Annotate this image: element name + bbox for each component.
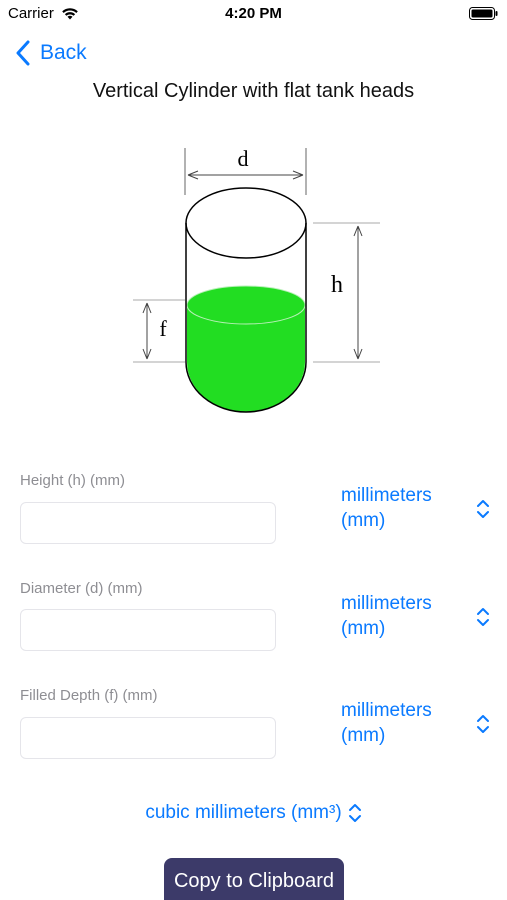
chevron-up-down-icon: [477, 500, 489, 518]
dimension-label-d: d: [238, 146, 249, 171]
height-input[interactable]: [20, 502, 276, 544]
back-label: Back: [40, 41, 87, 64]
filled-depth-label: Filled Depth (f) (mm): [20, 687, 158, 704]
liquid-fill: [187, 286, 305, 412]
cylinder-top: [185, 187, 307, 259]
height-unit-picker[interactable]: millimeters (mm): [341, 483, 496, 535]
chevron-up-down-icon: [348, 804, 361, 822]
chevron-left-icon: [16, 40, 30, 66]
back-button[interactable]: Back: [14, 38, 87, 68]
result-unit-label: cubic millimeters (mm³): [145, 802, 342, 823]
status-time: 4:20 PM: [225, 5, 282, 22]
diameter-unit-label: millimeters (mm): [341, 593, 432, 639]
filled-depth-input[interactable]: [20, 717, 276, 759]
diameter-input[interactable]: [20, 609, 276, 651]
page-title: Vertical Cylinder with flat tank heads: [92, 80, 415, 102]
chevron-up-down-icon: [477, 608, 489, 626]
filled-depth-unit-picker[interactable]: millimeters (mm): [341, 698, 496, 750]
copy-to-clipboard-button[interactable]: Copy to Clipboard: [164, 858, 344, 900]
height-unit-label: millimeters (mm): [341, 485, 432, 531]
diameter-label: Diameter (d) (mm): [20, 580, 143, 597]
diameter-unit-picker[interactable]: millimeters (mm): [341, 591, 496, 643]
result-unit-picker[interactable]: cubic millimeters (mm³): [0, 802, 507, 824]
height-label: Height (h) (mm): [20, 472, 126, 489]
battery-icon: [469, 7, 498, 20]
chevron-up-down-icon: [477, 715, 489, 733]
cylinder-diagram: d h f: [133, 146, 380, 413]
dimension-label-f: f: [159, 316, 167, 341]
status-bar: Carrier 4:20 PM: [0, 0, 507, 28]
dimension-label-h: h: [331, 272, 343, 298]
filled-depth-unit-label: millimeters (mm): [341, 700, 432, 746]
